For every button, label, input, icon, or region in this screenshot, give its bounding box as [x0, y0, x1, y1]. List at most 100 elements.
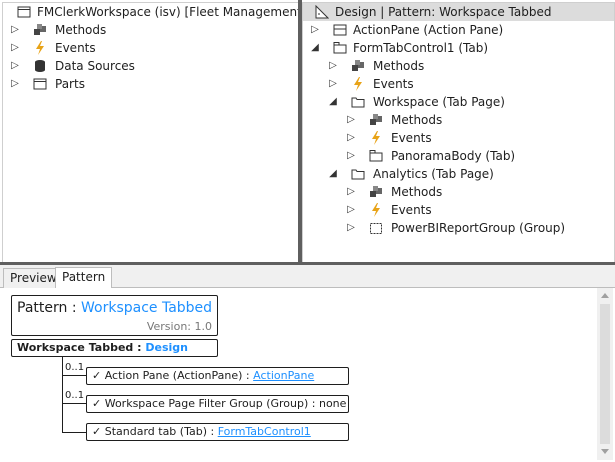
tree-node-label: ActionPane (Action Pane): [353, 23, 504, 37]
expand-arrow-icon[interactable]: ▷: [328, 57, 338, 75]
pattern-item-link[interactable]: ActionPane: [253, 369, 314, 382]
tree-node-label: FormTabControl1 (Tab): [353, 41, 489, 55]
expand-arrow-icon[interactable]: ▷: [346, 147, 356, 165]
pattern-item-link[interactable]: FormTabControl1: [218, 425, 311, 438]
design-link[interactable]: Design: [145, 341, 188, 354]
expand-arrow-icon[interactable]: ▷: [328, 75, 338, 93]
version-label: Version:: [146, 320, 191, 333]
pattern-separator: :: [71, 300, 77, 316]
left-tree-root-label: FMClerkWorkspace (isv) [Fleet Management…: [37, 5, 300, 19]
tree-node-label: PanoramaBody (Tab): [391, 149, 516, 163]
methods-icon: [369, 113, 383, 127]
left-tree-item-parts[interactable]: ▷ Parts: [3, 75, 299, 93]
left-tree-item-data-sources[interactable]: ▷ Data Sources: [3, 57, 299, 75]
check-icon: ✓: [92, 397, 102, 410]
tree-node-methods[interactable]: ▷ Methods: [303, 111, 614, 129]
tree-node-formtabcontrol1[interactable]: ◢ FormTabControl1 (Tab): [303, 39, 614, 57]
action-pane-icon: [333, 23, 347, 37]
tree-node-label: Workspace (Tab Page): [373, 95, 505, 109]
check-icon: ✓: [92, 369, 102, 382]
tree-node-label: Events: [391, 203, 432, 217]
right-tree-root[interactable]: Design | Pattern: Workspace Tabbed: [303, 3, 614, 21]
pattern-name-link[interactable]: Workspace Tabbed: [81, 300, 212, 316]
tree-node-label: Events: [391, 131, 432, 145]
tree-node-methods[interactable]: ▷ Methods: [303, 57, 614, 75]
pattern-item-filter-group: ✓ Workspace Page Filter Group (Group) : …: [86, 395, 349, 413]
expand-arrow-icon[interactable]: ▷: [10, 57, 20, 75]
tree-node-events[interactable]: ▷ Events: [303, 75, 614, 93]
left-tree-root[interactable]: FMClerkWorkspace (isv) [Fleet Management…: [3, 3, 299, 21]
design-title: Workspace Tabbed: [17, 341, 134, 354]
parts-icon: [33, 77, 47, 91]
tree-node-events[interactable]: ▷ Events: [303, 201, 614, 219]
pattern-item-value: none: [318, 397, 347, 410]
design-box: Workspace Tabbed : Design: [11, 339, 218, 357]
tree-node-label: Analytics (Tab Page): [373, 167, 494, 181]
check-icon: ✓: [92, 425, 102, 438]
tree-node-label: Methods: [391, 185, 443, 199]
tab-icon: [369, 149, 383, 163]
tree-node-events[interactable]: ▷ Events: [303, 129, 614, 147]
left-tree-item-label: Events: [55, 41, 96, 55]
pattern-info-box: Pattern : Workspace Tabbed Version: 1.0: [11, 295, 218, 336]
events-icon: [369, 131, 383, 145]
left-tree-item-methods[interactable]: ▷ Methods: [3, 21, 299, 39]
pattern-label: Pattern: [17, 300, 68, 316]
pattern-item-text: Action Pane (ActionPane) :: [104, 369, 250, 382]
expand-arrow-icon[interactable]: ▷: [10, 39, 20, 57]
left-tree-pane: FMClerkWorkspace (isv) [Fleet Management…: [2, 2, 300, 264]
tree-connector: [62, 403, 86, 404]
expand-arrow-icon[interactable]: ▷: [10, 75, 20, 93]
cardinality-label: 0..1: [65, 362, 85, 373]
vertical-scrollbar[interactable]: [597, 288, 613, 460]
collapse-arrow-icon[interactable]: ◢: [328, 165, 338, 183]
tree-node-label: Methods: [391, 113, 443, 127]
tab-pattern[interactable]: Pattern: [55, 267, 113, 289]
tree-node-powerbireportgroup[interactable]: ▷ PowerBIReportGroup (Group): [303, 219, 614, 237]
left-tree-item-label: Data Sources: [55, 59, 135, 73]
tree-connector: [62, 357, 63, 433]
methods-icon: [33, 23, 47, 37]
tab-page-icon: [351, 167, 365, 181]
tree-node-label: Events: [373, 77, 414, 91]
form-icon: [17, 5, 31, 19]
left-tree-item-events[interactable]: ▷ Events: [3, 39, 299, 57]
tree-node-panoramabody[interactable]: ▷ PanoramaBody (Tab): [303, 147, 614, 165]
tree-node-actionpane[interactable]: ▷ ActionPane (Action Pane): [303, 21, 614, 39]
tree-node-methods[interactable]: ▷ Methods: [303, 183, 614, 201]
tree-node-label: PowerBIReportGroup (Group): [391, 221, 566, 235]
events-icon: [351, 77, 365, 91]
design-icon: [315, 5, 329, 19]
left-tree-item-label: Methods: [55, 23, 107, 37]
tree-node-analytics-tab-page[interactable]: ◢ Analytics (Tab Page): [303, 165, 614, 183]
scroll-down-icon[interactable]: [601, 449, 609, 454]
expand-arrow-icon[interactable]: ▷: [310, 21, 320, 39]
pattern-item-standard-tab: ✓ Standard tab (Tab) : FormTabControl1: [86, 423, 349, 441]
events-icon: [369, 203, 383, 217]
expand-arrow-icon[interactable]: ▷: [346, 201, 356, 219]
tree-node-label: Methods: [373, 59, 425, 73]
right-tree-root-label: Design | Pattern: Workspace Tabbed: [335, 5, 552, 19]
expand-arrow-icon[interactable]: ▷: [346, 183, 356, 201]
cardinality-label: 0..1: [65, 390, 85, 401]
collapse-arrow-icon[interactable]: ◢: [310, 39, 320, 57]
expand-arrow-icon[interactable]: ▷: [346, 111, 356, 129]
collapse-arrow-icon[interactable]: ◢: [328, 93, 338, 111]
version-value: 1.0: [194, 320, 213, 333]
pattern-item-text: Workspace Page Filter Group (Group) :: [104, 397, 316, 410]
group-icon: [369, 221, 383, 235]
database-icon: [33, 59, 47, 73]
scrollbar-thumb[interactable]: [600, 304, 610, 444]
tree-connector: [62, 432, 86, 433]
expand-arrow-icon[interactable]: ▷: [346, 219, 356, 237]
expand-arrow-icon[interactable]: ▷: [10, 21, 20, 39]
events-icon: [33, 41, 47, 55]
tab-bar: Preview Pattern: [0, 265, 615, 289]
tab-icon: [333, 41, 347, 55]
tab-page-icon: [351, 95, 365, 109]
expand-arrow-icon[interactable]: ▷: [346, 129, 356, 147]
methods-icon: [351, 59, 365, 73]
tree-node-workspace-tab-page[interactable]: ◢ Workspace (Tab Page): [303, 93, 614, 111]
methods-icon: [369, 185, 383, 199]
scroll-up-icon[interactable]: [601, 293, 609, 298]
